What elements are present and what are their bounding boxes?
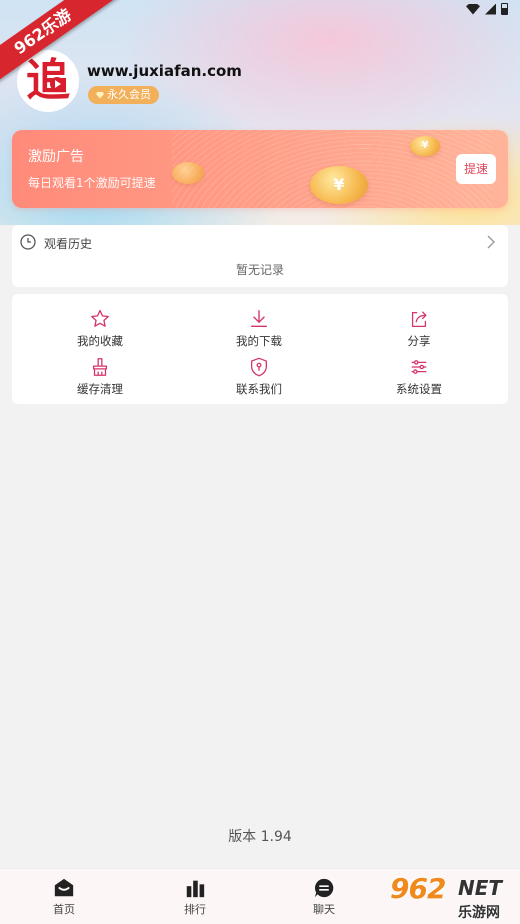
site-watermark: 962 NET 乐游网	[386, 872, 516, 922]
version-text: 版本 1.94	[228, 829, 292, 845]
vip-badge-label: 永久会员	[107, 88, 151, 101]
ad-subtitle: 每日观看1个激励可提速	[28, 176, 156, 190]
play-icon	[50, 77, 64, 91]
menu-item-label: 联系我们	[236, 382, 282, 396]
watermark-sub: 乐游网	[458, 905, 500, 921]
coin-icon: ¥	[410, 136, 440, 156]
tab-label: 首页	[53, 903, 75, 916]
clock-icon	[20, 234, 36, 250]
wifi-icon	[466, 3, 480, 15]
username: www.juxiafan.com	[87, 62, 242, 80]
tab-chat[interactable]: 聊天	[294, 877, 354, 917]
watermark-net: NET	[458, 876, 503, 900]
vip-badge: 永久会员	[88, 86, 159, 104]
menu-item-label: 我的下载	[236, 334, 282, 348]
menu-item-settings[interactable]: 系统设置	[369, 356, 469, 400]
battery-icon	[501, 3, 508, 15]
history-empty-text: 暂无记录	[235, 263, 284, 277]
tab-ranking[interactable]: 排行	[165, 877, 225, 917]
share-icon	[411, 311, 427, 327]
history-title: 观看历史	[44, 237, 93, 251]
star-icon	[91, 309, 109, 327]
home-icon	[54, 878, 74, 897]
download-icon	[250, 310, 268, 328]
menu-item-favorites[interactable]: 我的收藏	[50, 308, 150, 352]
menu-item-label: 系统设置	[396, 382, 442, 396]
brush-icon	[92, 358, 108, 376]
signal-icon	[485, 3, 496, 15]
bar-chart-icon	[186, 880, 205, 898]
menu-item-downloads[interactable]: 我的下载	[209, 308, 309, 352]
sliders-icon	[411, 360, 427, 374]
menu-item-label: 缓存清理	[77, 382, 123, 396]
speed-up-button[interactable]: 提速	[456, 154, 496, 184]
menu-item-contact[interactable]: 联系我们	[209, 356, 309, 400]
chat-icon	[314, 878, 334, 898]
history-card[interactable]: 观看历史 暂无记录	[12, 225, 508, 287]
ad-card[interactable]: ¥ ¥ 激励广告 每日观看1个激励可提速 提速	[12, 130, 508, 208]
menu-item-share[interactable]: 分享	[369, 308, 469, 352]
shield-icon	[251, 357, 267, 377]
tab-home[interactable]: 首页	[34, 877, 94, 917]
tab-label: 聊天	[313, 903, 335, 916]
watermark-number: 962	[390, 872, 446, 905]
menu-item-clear-cache[interactable]: 缓存清理	[50, 356, 150, 400]
coin-icon: ¥	[310, 166, 368, 204]
diamond-icon	[96, 91, 104, 99]
ad-title: 激励广告	[28, 149, 84, 165]
menu-item-label: 分享	[407, 334, 431, 348]
coin-icon	[172, 162, 204, 184]
menu-grid: 我的收藏 我的下载 分享 缓存清理 联系我们 系统设置	[12, 294, 508, 404]
menu-item-label: 我的收藏	[77, 334, 123, 348]
tab-label: 排行	[184, 903, 206, 916]
chevron-right-icon[interactable]	[486, 235, 496, 249]
status-bar	[466, 3, 508, 15]
